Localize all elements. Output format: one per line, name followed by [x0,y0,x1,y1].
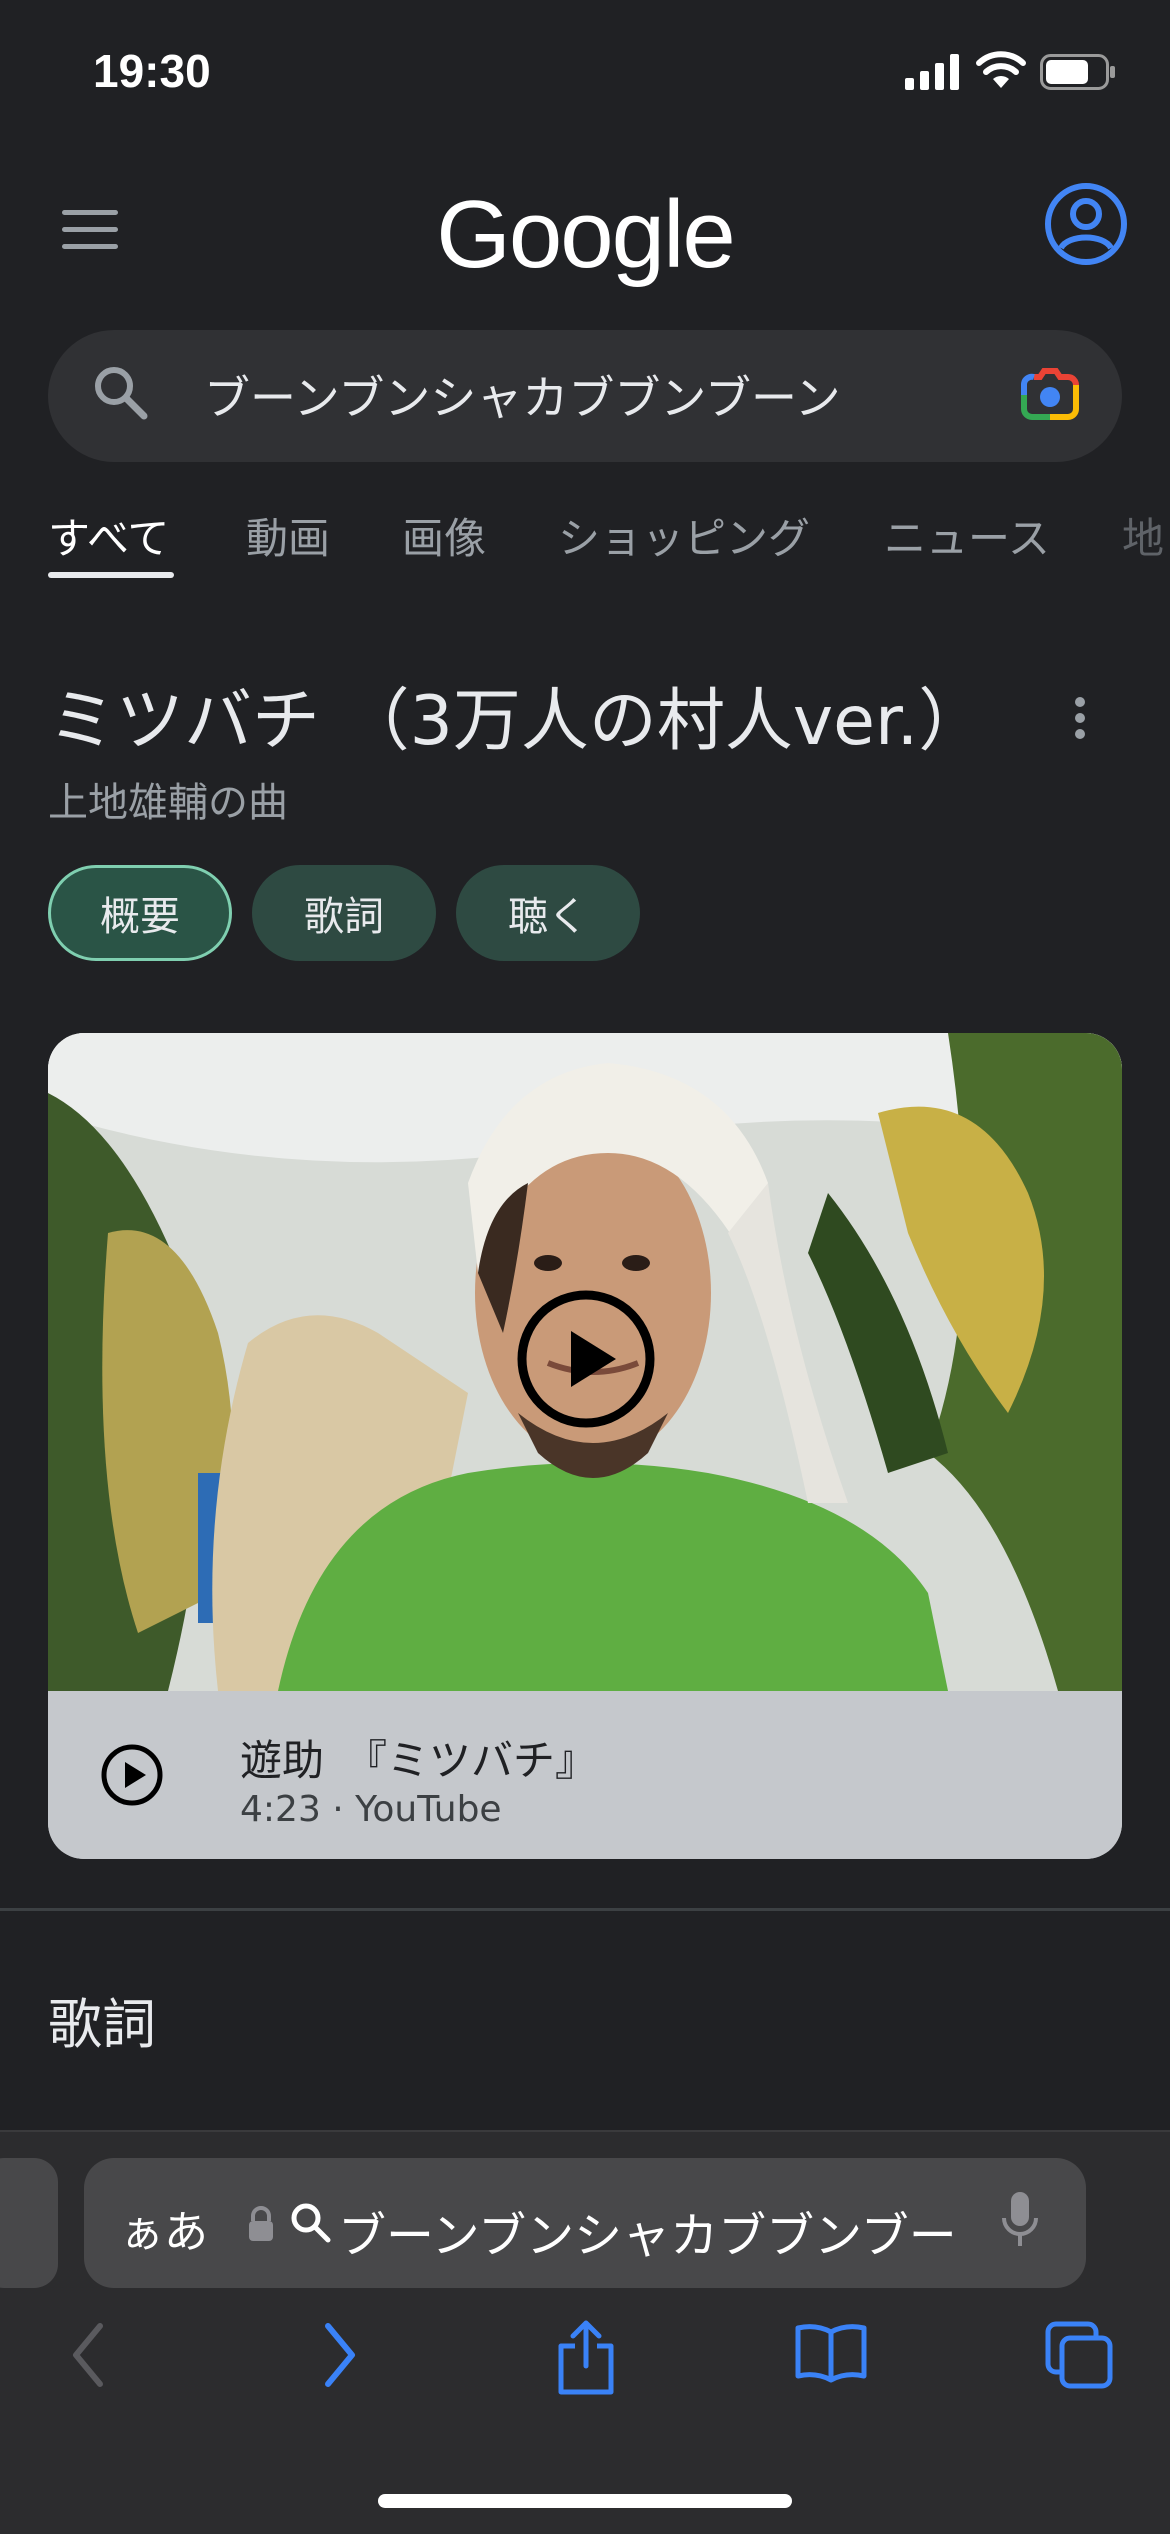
tab-maps[interactable]: 地 [1122,505,1164,566]
battery-icon [1040,54,1115,90]
tab-shopping[interactable]: ショッピング [558,505,810,566]
knowledge-panel-subtitle: 上地雄輔の曲 [48,780,288,826]
status-time: 19:30 [93,45,211,97]
play-circle-icon[interactable] [100,1743,164,1807]
cellular-signal-icon [905,54,959,90]
video-thumbnail[interactable] [48,1033,1122,1691]
lock-icon [249,2206,273,2241]
chip-lyrics[interactable]: 歌詞 [252,865,436,961]
search-icon[interactable] [90,362,150,422]
chip-overview[interactable]: 概要 [48,865,232,961]
account-icon[interactable] [1044,182,1128,266]
active-tab-indicator [48,572,174,578]
video-title[interactable]: 遊助 『ミツバチ』 [240,1727,597,1788]
page-settings-button[interactable]: ぁあ [120,2196,208,2260]
google-logo[interactable]: Google [0,180,1170,290]
back-icon[interactable] [66,2320,110,2390]
wifi-icon [976,51,1026,88]
share-icon[interactable] [555,2320,617,2396]
video-card[interactable]: 遊助 『ミツバチ』 4:23 · YouTube [48,1033,1122,1859]
video-play-icon[interactable] [516,1289,656,1429]
microphone-icon[interactable] [1000,2190,1040,2250]
knowledge-panel-title: ミツバチ （3万人の村人ver.） [48,682,987,761]
chip-listen[interactable]: 聴く [456,865,640,961]
tab-all[interactable]: すべて [48,505,169,566]
search-icon [291,2203,331,2243]
tab-images[interactable]: 画像 [402,505,486,566]
lyrics-heading: 歌詞 [48,1993,156,2056]
tab-videos[interactable]: 動画 [246,505,330,566]
home-indicator[interactable] [378,2494,792,2508]
video-meta: 4:23 · YouTube [240,1789,502,1830]
google-lens-icon[interactable] [1018,365,1082,425]
bookmarks-icon[interactable] [794,2320,868,2384]
address-text[interactable]: ブーンブンシャカブブンブーン [338,2196,953,2266]
more-options-icon[interactable] [1070,696,1090,740]
previous-tab-preview[interactable] [0,2158,58,2288]
section-divider [0,1908,1170,1911]
search-input[interactable]: ブーンブンシャカブブンブーン [204,362,841,428]
tabs-icon[interactable] [1044,2320,1114,2390]
forward-icon[interactable] [318,2320,362,2390]
video-info[interactable]: 遊助 『ミツバチ』 4:23 · YouTube [48,1691,1122,1859]
tab-news[interactable]: ニュース [884,505,1050,566]
